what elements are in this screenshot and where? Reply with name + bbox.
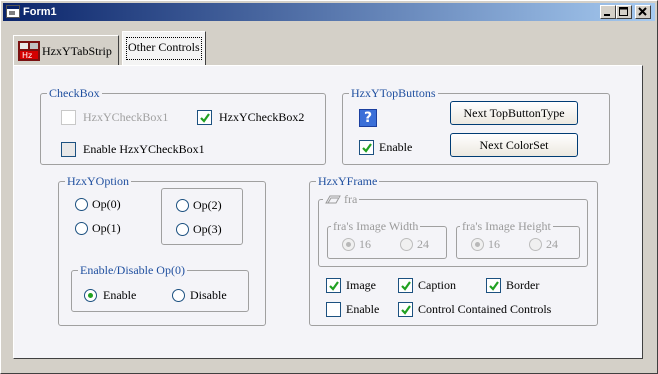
op-subframe: Op(2) Op(3): [161, 188, 243, 245]
radio-dot: [88, 293, 93, 298]
control-contained-checkbox[interactable]: [398, 302, 413, 317]
topbuttons-group: HzxYTopButtons ? Next TopButtonType Next…: [342, 86, 610, 165]
width-24-label: 24: [417, 237, 429, 251]
enable-hzxycheckbox1[interactable]: [61, 142, 76, 157]
caption-checkbox[interactable]: [398, 278, 413, 293]
check-icon: [401, 305, 411, 315]
op1-radio[interactable]: [75, 222, 88, 235]
group-legend: Enable/Disable Op(0): [78, 263, 187, 277]
checkbox2-label: HzxYCheckBox2: [219, 110, 305, 124]
op0-disable-radio[interactable]: [172, 289, 185, 302]
image-label: Image: [346, 278, 376, 292]
op2-radio[interactable]: [176, 199, 189, 212]
minimize-button[interactable]: [600, 5, 616, 19]
width-24-radio[interactable]: [400, 238, 413, 251]
check-icon: [401, 281, 411, 291]
fra-legend-text: fra: [344, 192, 358, 206]
height-16-radio[interactable]: [471, 238, 484, 251]
app-icon: [6, 5, 20, 18]
option-group: HzxYOption Op(0) Op(1) Op(2) Op(3) Enabl…: [58, 174, 266, 326]
window-title: Form1: [23, 6, 57, 18]
hzxyframe-group: HzxYFrame fra fra's Image Width 16 24 fr…: [309, 174, 598, 326]
check-icon: [489, 281, 499, 291]
tab-panel: CheckBox HzxYCheckBox1 HzxYCheckBox2 Ena…: [13, 65, 643, 359]
tab-label: Other Controls: [128, 40, 200, 54]
fra-frame: fra fra's Image Width 16 24 fra's Image …: [318, 192, 588, 267]
hzxycheckbox2[interactable]: [197, 110, 212, 125]
width-16-label: 16: [359, 237, 371, 251]
op3-label: Op(3): [193, 222, 222, 236]
group-legend: HzxYTopButtons: [349, 86, 438, 100]
group-legend: HzxYOption: [65, 174, 131, 188]
image-checkbox[interactable]: [326, 278, 341, 293]
control-contained-label: Control Contained Controls: [418, 302, 552, 316]
op0-enable-label: Enable: [103, 288, 137, 302]
op0-radio[interactable]: [75, 198, 88, 211]
op0-label: Op(0): [92, 197, 121, 211]
svg-text:Hz: Hz: [22, 51, 32, 60]
height-24-radio[interactable]: [529, 238, 542, 251]
radio-dot: [475, 242, 480, 247]
tab-label: HzxYTabStrip: [42, 44, 112, 58]
title-bar[interactable]: Form1: [3, 3, 655, 21]
tab-hzxytabstrip[interactable]: Hz HzxYTabStrip: [13, 35, 119, 65]
radio-dot: [346, 242, 351, 247]
maximize-icon: [619, 7, 628, 16]
close-icon: [638, 7, 647, 16]
op0-enable-radio[interactable]: [84, 289, 97, 302]
check-icon: [329, 281, 339, 291]
checkbox1-label: HzxYCheckBox1: [83, 110, 169, 124]
close-button[interactable]: [635, 5, 651, 19]
image-height-legend: fra's Image Height: [460, 219, 553, 233]
group-legend: CheckBox: [47, 86, 102, 100]
topbuttons-enable-checkbox[interactable]: [359, 140, 374, 155]
topbuttons-enable-label: Enable: [379, 140, 413, 154]
group-legend: HzxYFrame: [316, 174, 380, 188]
op3-radio[interactable]: [176, 223, 189, 236]
window: Form1 Hz HzxYTabStrip Other Controls Che…: [0, 0, 658, 374]
image-width-group: fra's Image Width 16 24: [327, 219, 447, 259]
height-16-label: 16: [488, 237, 500, 251]
check-icon: [200, 113, 210, 123]
next-colorset-button[interactable]: Next ColorSet: [450, 133, 578, 157]
border-checkbox[interactable]: [486, 278, 501, 293]
height-24-label: 24: [546, 237, 558, 251]
fra-legend: fra: [323, 192, 360, 206]
hzxycheckbox1[interactable]: [61, 110, 76, 125]
frame-enable-label: Enable: [346, 302, 380, 316]
width-16-radio[interactable]: [342, 238, 355, 251]
checkbox-group: CheckBox HzxYCheckBox1 HzxYCheckBox2 Ena…: [40, 86, 326, 165]
check-icon: [362, 143, 372, 153]
tab-other-controls[interactable]: Other Controls: [122, 31, 206, 66]
help-icon[interactable]: ?: [359, 109, 377, 127]
border-label: Border: [506, 278, 540, 292]
client-area: Hz HzxYTabStrip Other Controls CheckBox …: [5, 23, 653, 371]
caption-label: Caption: [418, 278, 456, 292]
image-height-group: fra's Image Height 16 24: [456, 219, 580, 259]
image-width-legend: fra's Image Width: [331, 219, 421, 233]
op0-disable-label: Disable: [190, 288, 227, 302]
next-topbuttontype-button[interactable]: Next TopButtonType: [450, 101, 578, 125]
tabstrip-icon: Hz: [18, 41, 40, 61]
op1-label: Op(1): [92, 221, 121, 235]
enable-disable-op0-group: Enable/Disable Op(0) Enable Disable: [71, 263, 249, 312]
frame-enable-checkbox[interactable]: [326, 302, 341, 317]
maximize-button[interactable]: [616, 5, 632, 19]
enable-checkbox1-label: Enable HzxYCheckBox1: [83, 142, 205, 156]
minimize-icon: [604, 14, 610, 16]
frame-icon: [325, 195, 341, 204]
op2-label: Op(2): [193, 198, 222, 212]
